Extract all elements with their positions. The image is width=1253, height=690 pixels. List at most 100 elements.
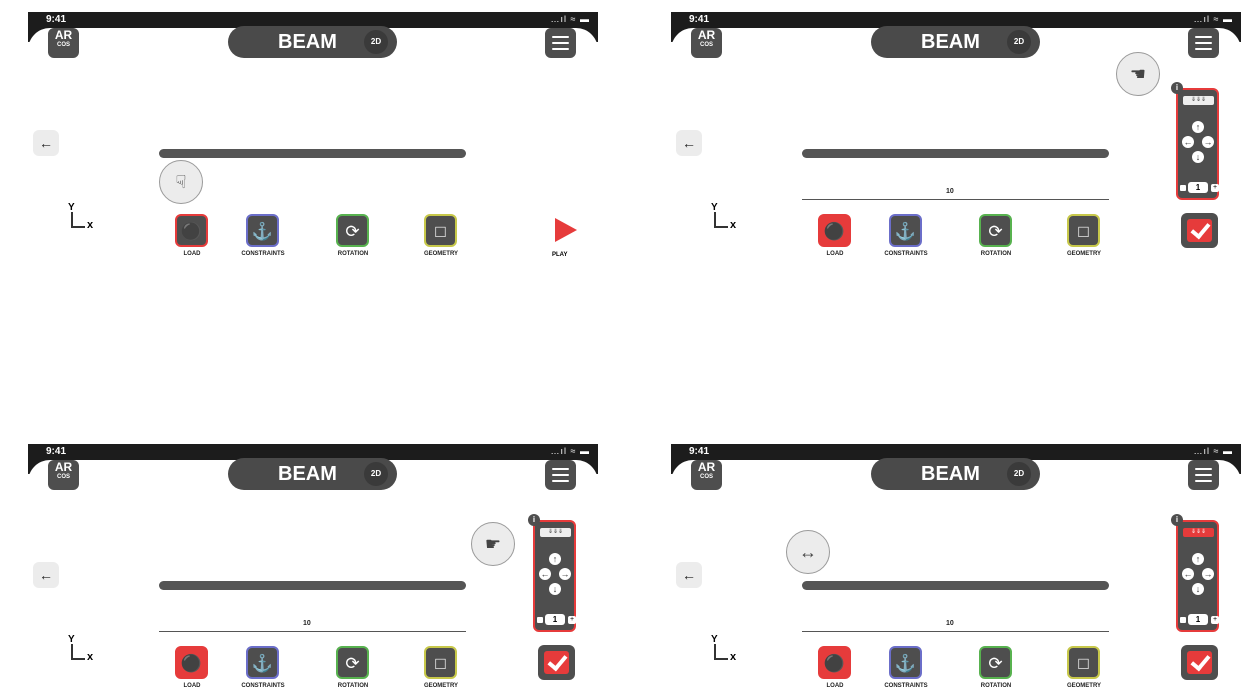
arrow-up-icon[interactable]: ↑ xyxy=(1192,121,1204,133)
tap-gesture-icon: ☟ xyxy=(159,160,203,204)
logo-icon[interactable]: AR COS xyxy=(48,460,79,490)
decrement-button[interactable] xyxy=(1180,617,1186,623)
load-button[interactable]: ⚫ xyxy=(818,646,851,679)
menu-button[interactable] xyxy=(1188,460,1219,490)
load-value[interactable]: 1 xyxy=(545,614,565,625)
geometry-button[interactable]: □ xyxy=(424,214,457,247)
arrow-left-icon[interactable]: ← xyxy=(1182,136,1194,148)
play-button[interactable] xyxy=(555,218,577,242)
arrow-left-icon[interactable]: ← xyxy=(1182,568,1194,580)
load-button[interactable]: ⚫ xyxy=(175,646,208,679)
arrow-right-icon[interactable]: → xyxy=(1202,136,1214,148)
load-value[interactable]: 1 xyxy=(1188,182,1208,193)
back-button[interactable]: ← xyxy=(676,130,702,156)
app-title: BEAM xyxy=(278,31,337,53)
beam[interactable] xyxy=(159,581,466,590)
logo-sub: COS xyxy=(699,474,713,480)
menu-button[interactable] xyxy=(545,28,576,58)
geometry-button[interactable]: □ xyxy=(424,646,457,679)
rotation-button[interactable]: ⟳ xyxy=(336,214,369,247)
arrow-right-icon[interactable]: → xyxy=(1202,568,1214,580)
weight-icon: ⚫ xyxy=(180,654,203,673)
constraints-label: CONSTRAINTS xyxy=(884,251,928,257)
info-icon[interactable]: i xyxy=(528,514,540,526)
geometry-button[interactable]: □ xyxy=(1067,214,1100,247)
mode-badge[interactable]: 2D xyxy=(1007,462,1031,486)
menu-button[interactable] xyxy=(545,460,576,490)
app-title: BEAM xyxy=(278,463,337,485)
direction-pad: ↑ ← → ↓ xyxy=(1182,553,1214,597)
confirm-button[interactable] xyxy=(538,645,575,680)
constraints-button[interactable]: ⚓ xyxy=(246,646,279,679)
anchor-icon: ⚓ xyxy=(894,654,917,673)
logo-sub: COS xyxy=(56,474,70,480)
screen-3: 9:41 …ıl ≈ ▬ AR COS BEAM 2D ☛ ← 10 Y x i … xyxy=(28,444,598,689)
arrow-right-icon[interactable]: → xyxy=(559,568,571,580)
beam-length-label: 10 xyxy=(946,620,954,627)
beam[interactable] xyxy=(802,581,1109,590)
confirm-button[interactable] xyxy=(1181,645,1218,680)
mode-badge[interactable]: 2D xyxy=(364,462,388,486)
logo-sub: COS xyxy=(699,42,713,48)
arrow-down-icon[interactable]: ↓ xyxy=(1192,151,1204,163)
screen-1: 9:41 …ıl ≈ ▬ AR COS BEAM 2D ← ☟ Y x ⚫ LOA… xyxy=(28,12,598,258)
beam[interactable] xyxy=(159,149,466,158)
info-icon[interactable]: i xyxy=(1171,82,1183,94)
weight-icon: ⚫ xyxy=(823,654,846,673)
confirm-button[interactable] xyxy=(1181,213,1218,248)
weight-icon: ⚫ xyxy=(823,222,846,241)
mode-badge[interactable]: 2D xyxy=(1007,30,1031,54)
rotation-button[interactable]: ⟳ xyxy=(979,214,1012,247)
logo-icon[interactable]: AR COS xyxy=(691,460,722,490)
direction-pad: ↑ ← → ↓ xyxy=(1182,121,1214,165)
load-label: LOAD xyxy=(826,683,844,689)
constraints-button[interactable]: ⚓ xyxy=(889,646,922,679)
increment-button[interactable]: + xyxy=(1211,184,1219,192)
geometry-button[interactable]: □ xyxy=(1067,646,1100,679)
axis-x-label: x xyxy=(87,651,94,663)
arrow-up-icon[interactable]: ↑ xyxy=(549,553,561,565)
rotation-label: ROTATION xyxy=(337,251,369,257)
distributed-load-icon[interactable]: ⇓⇓⇓ xyxy=(1183,528,1214,537)
distributed-load-icon[interactable]: ⇓⇓⇓ xyxy=(540,528,571,537)
rotation-button[interactable]: ⟳ xyxy=(336,646,369,679)
arrow-up-icon[interactable]: ↑ xyxy=(1192,553,1204,565)
geometry-label: GEOMETRY xyxy=(423,683,459,689)
geometry-label: GEOMETRY xyxy=(1066,251,1102,257)
increment-button[interactable]: + xyxy=(568,616,576,624)
load-value[interactable]: 1 xyxy=(1188,614,1208,625)
info-icon[interactable]: i xyxy=(1171,514,1183,526)
beam[interactable] xyxy=(802,149,1109,158)
rotation-label: ROTATION xyxy=(980,251,1012,257)
rotation-button[interactable]: ⟳ xyxy=(979,646,1012,679)
status-icons: …ıl ≈ ▬ xyxy=(1193,14,1233,24)
arrow-down-icon[interactable]: ↓ xyxy=(549,583,561,595)
rotate-icon: ⟳ xyxy=(988,222,1003,241)
load-button[interactable]: ⚫ xyxy=(175,214,208,247)
increment-button[interactable]: + xyxy=(1211,616,1219,624)
logo-icon[interactable]: AR COS xyxy=(691,28,722,58)
arrow-down-icon[interactable]: ↓ xyxy=(1192,583,1204,595)
distributed-load-icon[interactable]: ⇓⇓⇓ xyxy=(1183,96,1214,105)
menu-button[interactable] xyxy=(1188,28,1219,58)
load-button[interactable]: ⚫ xyxy=(818,214,851,247)
status-time: 9:41 xyxy=(46,14,67,25)
rotation-label: ROTATION xyxy=(980,683,1012,689)
axis-x-label: x xyxy=(730,219,737,231)
rotate-icon: ⟳ xyxy=(345,654,360,673)
mode-badge[interactable]: 2D xyxy=(364,30,388,54)
arrow-left-icon[interactable]: ← xyxy=(539,568,551,580)
constraints-button[interactable]: ⚓ xyxy=(246,214,279,247)
back-button[interactable]: ← xyxy=(33,130,59,156)
back-button[interactable]: ← xyxy=(676,562,702,588)
load-control-panel: i ⇓⇓⇓ ↑ ← → ↓ 1 + xyxy=(528,514,576,632)
beam-length-label: 10 xyxy=(946,188,954,195)
logo-icon[interactable]: AR COS xyxy=(48,28,79,58)
geometry-icon: □ xyxy=(1078,222,1089,241)
decrement-button[interactable] xyxy=(1180,185,1186,191)
back-button[interactable]: ← xyxy=(33,562,59,588)
screen-2: 9:41 …ıl ≈ ▬ AR COS BEAM 2D ☚ ← 10 Y x i … xyxy=(671,12,1241,257)
status-time: 9:41 xyxy=(689,14,710,25)
constraints-button[interactable]: ⚓ xyxy=(889,214,922,247)
decrement-button[interactable] xyxy=(537,617,543,623)
